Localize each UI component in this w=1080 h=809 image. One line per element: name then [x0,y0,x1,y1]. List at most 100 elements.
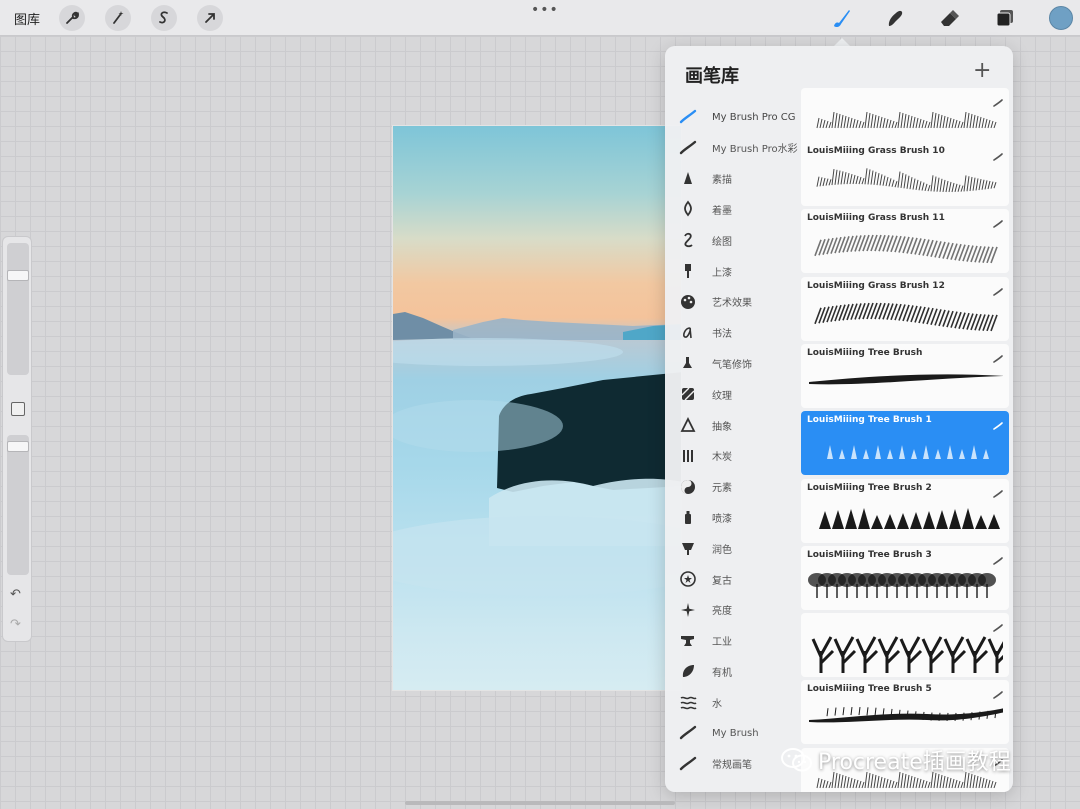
curl-icon [679,231,697,249]
brush-item[interactable]: LouisMiiing Tree Brush [801,344,1009,408]
brush-category-label: 抽象 [712,421,732,433]
selection-icon[interactable] [151,5,177,31]
ink-pen-icon [679,200,697,218]
brush-stroke-preview [807,362,1005,404]
brush-category-item[interactable]: 绘图 [665,225,801,255]
eraser-icon[interactable] [937,6,961,30]
brush-category-item[interactable]: 抽象 [665,410,801,440]
texture-icon [679,385,697,403]
brush-category-item[interactable]: My Brush Pro CG [665,102,801,132]
brush-item[interactable]: LouisMiiing Grass Brush 12 [801,277,1009,341]
brush-item[interactable]: LouisMiiing Grass Brush 10 [801,142,1009,206]
brush-item-selected[interactable]: LouisMiiing Tree Brush 1 [801,411,1009,475]
brush-category-label: 着墨 [712,205,732,217]
brush-stroke-preview [807,564,1003,606]
layers-icon[interactable] [993,6,1017,30]
wechat-logo-icon [781,748,812,772]
brush-item[interactable]: LouisMiiing Grass Brush 11 [801,209,1009,273]
color-picker-button[interactable] [1049,6,1073,30]
brush-category-item[interactable]: 艺术效果 [665,287,801,317]
brush-category-label: 润色 [712,544,732,556]
watermark-text: Procreate插画教程 [818,750,1011,775]
brush-stroke-preview [807,160,1003,202]
brush-name: LouisMiiing Tree Brush 1 [807,415,932,425]
brush-stroke-mini-icon [993,213,1003,228]
brush-library-panel: 画笔库 + My Brush Pro CG My Brush Pro水彩 素描着墨绘… [665,46,1013,792]
brush-category-item[interactable]: 书法 [665,318,801,348]
brush-category-label: 气笔修饰 [712,359,752,371]
redo-button[interactable]: ↷ [10,617,21,632]
brush-category-label: My Brush Pro水彩 [712,144,798,156]
brush-stroke-mini-icon [993,92,1003,107]
triangle-icon [679,416,697,434]
brush-name: LouisMiiing Grass Brush 11 [807,213,945,223]
left-sidebar: ↶ ↷ [2,236,32,642]
touchup-icon [679,539,697,557]
brush-name: LouisMiiing Grass Brush 12 [807,281,945,291]
undo-button[interactable]: ↶ [10,587,21,602]
sparkle-icon [679,601,697,619]
brush-item[interactable]: LouisMiiing Tree Brush 3 [801,546,1009,610]
brush-size-slider[interactable] [7,243,29,375]
brush-category-item[interactable]: My Brush Pro水彩 [665,133,801,163]
brush-item[interactable]: LouisMiiing Tree Brush 5 [801,680,1009,744]
brush-size-thumb[interactable] [7,269,29,281]
transform-arrow-icon[interactable] [197,5,223,31]
star-badge-icon [679,570,697,588]
brush-category-item[interactable]: 上漆 [665,256,801,286]
airbrush-icon [679,354,697,372]
brush-category-label: 纹理 [712,390,732,402]
brush-category-item[interactable]: 润色 [665,533,801,563]
brush-stroke-mini-icon [993,146,1003,161]
gallery-button[interactable]: 图库 [14,9,40,28]
brush-category-item[interactable]: 木炭 [665,441,801,471]
wrench-icon[interactable] [59,5,85,31]
opacity-slider[interactable] [7,435,29,575]
brush-category-item[interactable]: 喷漆 [665,502,801,532]
brush-item[interactable]: LouisMiiing Tree Brush 2 [801,479,1009,543]
watermark: Procreate插画教程 [780,744,1011,776]
brush-category-item[interactable]: 素描 [665,164,801,194]
charcoal-icon [679,447,697,465]
brush-stroke-preview [807,429,1003,471]
opacity-thumb[interactable] [7,441,29,453]
brush-item[interactable] [801,613,1011,677]
brush-stroke-preview [807,698,1005,740]
brush-category-item[interactable]: 有机 [665,656,801,686]
brush-category-label: 元素 [712,483,732,495]
brush-category-label: My Brush [712,727,759,739]
brush-library-title: 画笔库 [685,66,739,87]
brush-category-item[interactable]: 气笔修饰 [665,348,801,378]
palette-icon [679,293,697,311]
brush-stroke-mini-icon [993,415,1003,430]
brush-name: LouisMiiing Tree Brush 3 [807,550,932,560]
waves-icon [679,693,697,711]
brush-category-label: 有机 [712,667,732,679]
brush-category-item[interactable]: 水 [665,687,801,717]
add-brush-button[interactable]: + [973,60,991,82]
brush-category-item[interactable]: 亮度 [665,595,801,625]
brush-category-label: 工业 [712,637,732,649]
brush-icon[interactable] [829,6,853,30]
anvil-icon [679,632,697,650]
brush-stroke-preview [807,497,1003,539]
more-options-handle[interactable]: ••• [531,2,559,18]
brush-category-label: 书法 [712,329,732,341]
brush-stroke-mini-icon [993,550,1003,565]
brush-category-item[interactable]: 着墨 [665,194,801,224]
brush-category-label: My Brush Pro CG [712,111,796,123]
brush-category-item[interactable]: 复古 [665,564,801,594]
brush-list: LouisMiiing Grass Brush 10 LouisMiiing Gr… [801,88,1013,792]
brush-category-item[interactable]: 纹理 [665,379,801,409]
brush-name: LouisMiiing Tree Brush 5 [807,684,932,694]
brush-category-item[interactable]: 工业 [665,626,801,656]
smudge-icon[interactable] [883,6,907,30]
magic-wand-icon[interactable] [105,5,131,31]
brush-category-item[interactable]: 元素 [665,472,801,502]
brush-stroke-preview [807,631,1011,673]
yin-yang-icon [679,478,697,496]
eyedropper-square-button[interactable] [11,402,25,416]
brush-stroke-mini-icon [993,483,1003,498]
brush-category-label: 素描 [712,175,732,187]
artwork-canvas[interactable] [392,125,682,691]
